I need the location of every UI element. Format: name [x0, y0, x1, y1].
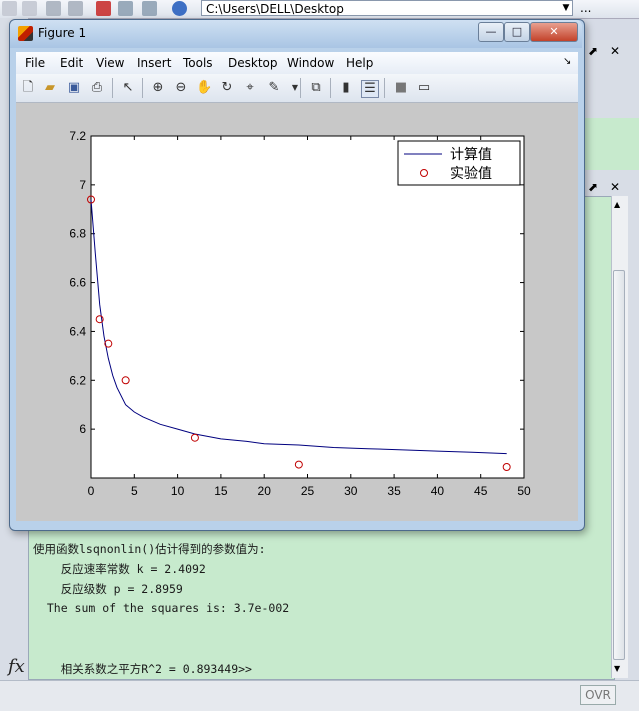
- panel-close-icon[interactable]: ✕: [610, 44, 620, 58]
- legend-label: 实验值: [450, 166, 492, 182]
- figure-title: Figure 1: [38, 26, 87, 40]
- menu-desktop[interactable]: Desktop: [228, 56, 278, 70]
- current-folder-input[interactable]: C:\Users\DELL\Desktop: [201, 0, 573, 16]
- x-tick-label: 15: [214, 484, 228, 498]
- menu-edit[interactable]: Edit: [60, 56, 83, 70]
- dock-arrow-icon[interactable]: ↘: [563, 56, 571, 67]
- undo-icon[interactable]: [46, 1, 61, 16]
- x-tick-label: 30: [344, 484, 358, 498]
- zoom-in-icon[interactable]: ⊕: [150, 80, 166, 96]
- x-tick-label: 25: [301, 484, 315, 498]
- copy-icon[interactable]: [22, 1, 37, 16]
- help-icon[interactable]: [172, 1, 187, 16]
- data-cursor-icon[interactable]: ⌖: [242, 80, 258, 96]
- close-button[interactable]: ✕: [530, 22, 578, 42]
- output-line: The sum of the squares is: 3.7e-002: [33, 601, 290, 615]
- legend-label: 计算值: [450, 147, 492, 163]
- minimize-button[interactable]: —: [478, 22, 504, 42]
- link-plot-icon[interactable]: ⧉: [308, 80, 324, 96]
- matlab-logo-icon: [18, 26, 33, 41]
- x-tick-label: 10: [171, 484, 185, 498]
- profiler-icon[interactable]: [142, 1, 157, 16]
- y-tick-label: 6.4: [69, 324, 86, 338]
- save-icon[interactable]: ▣: [66, 80, 82, 96]
- status-bar: [0, 680, 639, 711]
- colorbar-icon[interactable]: ▮: [338, 80, 354, 96]
- scrollbar-thumb[interactable]: [613, 270, 625, 660]
- x-tick-label: 5: [131, 484, 138, 498]
- menu-file[interactable]: File: [25, 56, 45, 70]
- output-line: 反应级数 p = 2.8959: [33, 582, 183, 596]
- y-tick-label: 6: [79, 422, 86, 436]
- edit-plot-icon[interactable]: ↖: [120, 80, 136, 96]
- zoom-out-icon[interactable]: ⊖: [173, 80, 189, 96]
- chevron-down-icon[interactable]: ▼: [560, 0, 572, 16]
- hide-plot-tools-icon[interactable]: ■: [393, 80, 409, 96]
- menu-help[interactable]: Help: [346, 56, 373, 70]
- toolbar-separator: [142, 78, 143, 98]
- new-figure-icon[interactable]: 🗋: [20, 80, 36, 96]
- scroll-down-icon[interactable]: ▼: [614, 664, 620, 673]
- fx-icon[interactable]: fx: [8, 656, 25, 677]
- y-tick-label: 6.6: [69, 276, 86, 290]
- scroll-up-icon[interactable]: ▲: [614, 200, 620, 209]
- show-plot-tools-icon[interactable]: ▭: [416, 80, 432, 96]
- x-tick-label: 20: [258, 484, 272, 498]
- output-line: 使用函数lsqnonlin()估计得到的参数值为:: [33, 542, 266, 556]
- toolbar-separator: [300, 78, 301, 98]
- simulink-icon[interactable]: [96, 1, 111, 16]
- output-line: 反应速率常数 k = 2.4092: [33, 562, 206, 576]
- command-prompt-line[interactable]: 相关系数之平方R^2 = 0.893449>>: [33, 661, 252, 677]
- menu-view[interactable]: View: [96, 56, 124, 70]
- menu-window[interactable]: Window: [287, 56, 334, 70]
- print-icon[interactable]: ⎙: [89, 80, 105, 96]
- x-tick-label: 45: [474, 484, 488, 498]
- plot-area[interactable]: 0 5 10 15 20 25 30 35 40 45 50 6 6.2 6.4 6.6 6.8 7 7.2 计算值…: [16, 103, 578, 521]
- x-tick-label: 50: [517, 484, 531, 498]
- workspace-panel: [583, 118, 639, 170]
- x-tick-label: 40: [431, 484, 445, 498]
- toolbar-separator: [384, 78, 385, 98]
- y-tick-label: 7: [79, 178, 86, 192]
- maximize-button[interactable]: □: [504, 22, 530, 42]
- y-tick-label: 6.2: [69, 373, 86, 387]
- panel-undock-icon[interactable]: ⬈: [588, 44, 598, 58]
- y-tick-label: 7.2: [69, 129, 86, 143]
- cut-icon[interactable]: [2, 1, 17, 16]
- browse-folder-button[interactable]: ...: [580, 1, 591, 15]
- guide-icon[interactable]: [118, 1, 133, 16]
- toolbar-separator: [112, 78, 113, 98]
- open-file-icon[interactable]: ▰: [42, 80, 58, 96]
- y-tick-label: 6.8: [69, 227, 86, 241]
- redo-icon[interactable]: [68, 1, 83, 16]
- pan-icon[interactable]: ✋: [196, 80, 212, 96]
- brush-icon[interactable]: ✎: [266, 80, 282, 96]
- overwrite-indicator: OVR: [580, 685, 616, 705]
- x-tick-label: 35: [387, 484, 401, 498]
- axes-box: [90, 135, 525, 479]
- legend-icon[interactable]: ☰: [361, 80, 379, 98]
- x-tick-label: 0: [88, 484, 95, 498]
- menu-tools[interactable]: Tools: [183, 56, 213, 70]
- rotate-3d-icon[interactable]: ↻: [219, 80, 235, 96]
- panel-undock-icon[interactable]: ⬈: [588, 180, 598, 194]
- menu-insert[interactable]: Insert: [137, 56, 171, 70]
- toolbar-separator: [330, 78, 331, 98]
- panel-close-icon[interactable]: ✕: [610, 180, 620, 194]
